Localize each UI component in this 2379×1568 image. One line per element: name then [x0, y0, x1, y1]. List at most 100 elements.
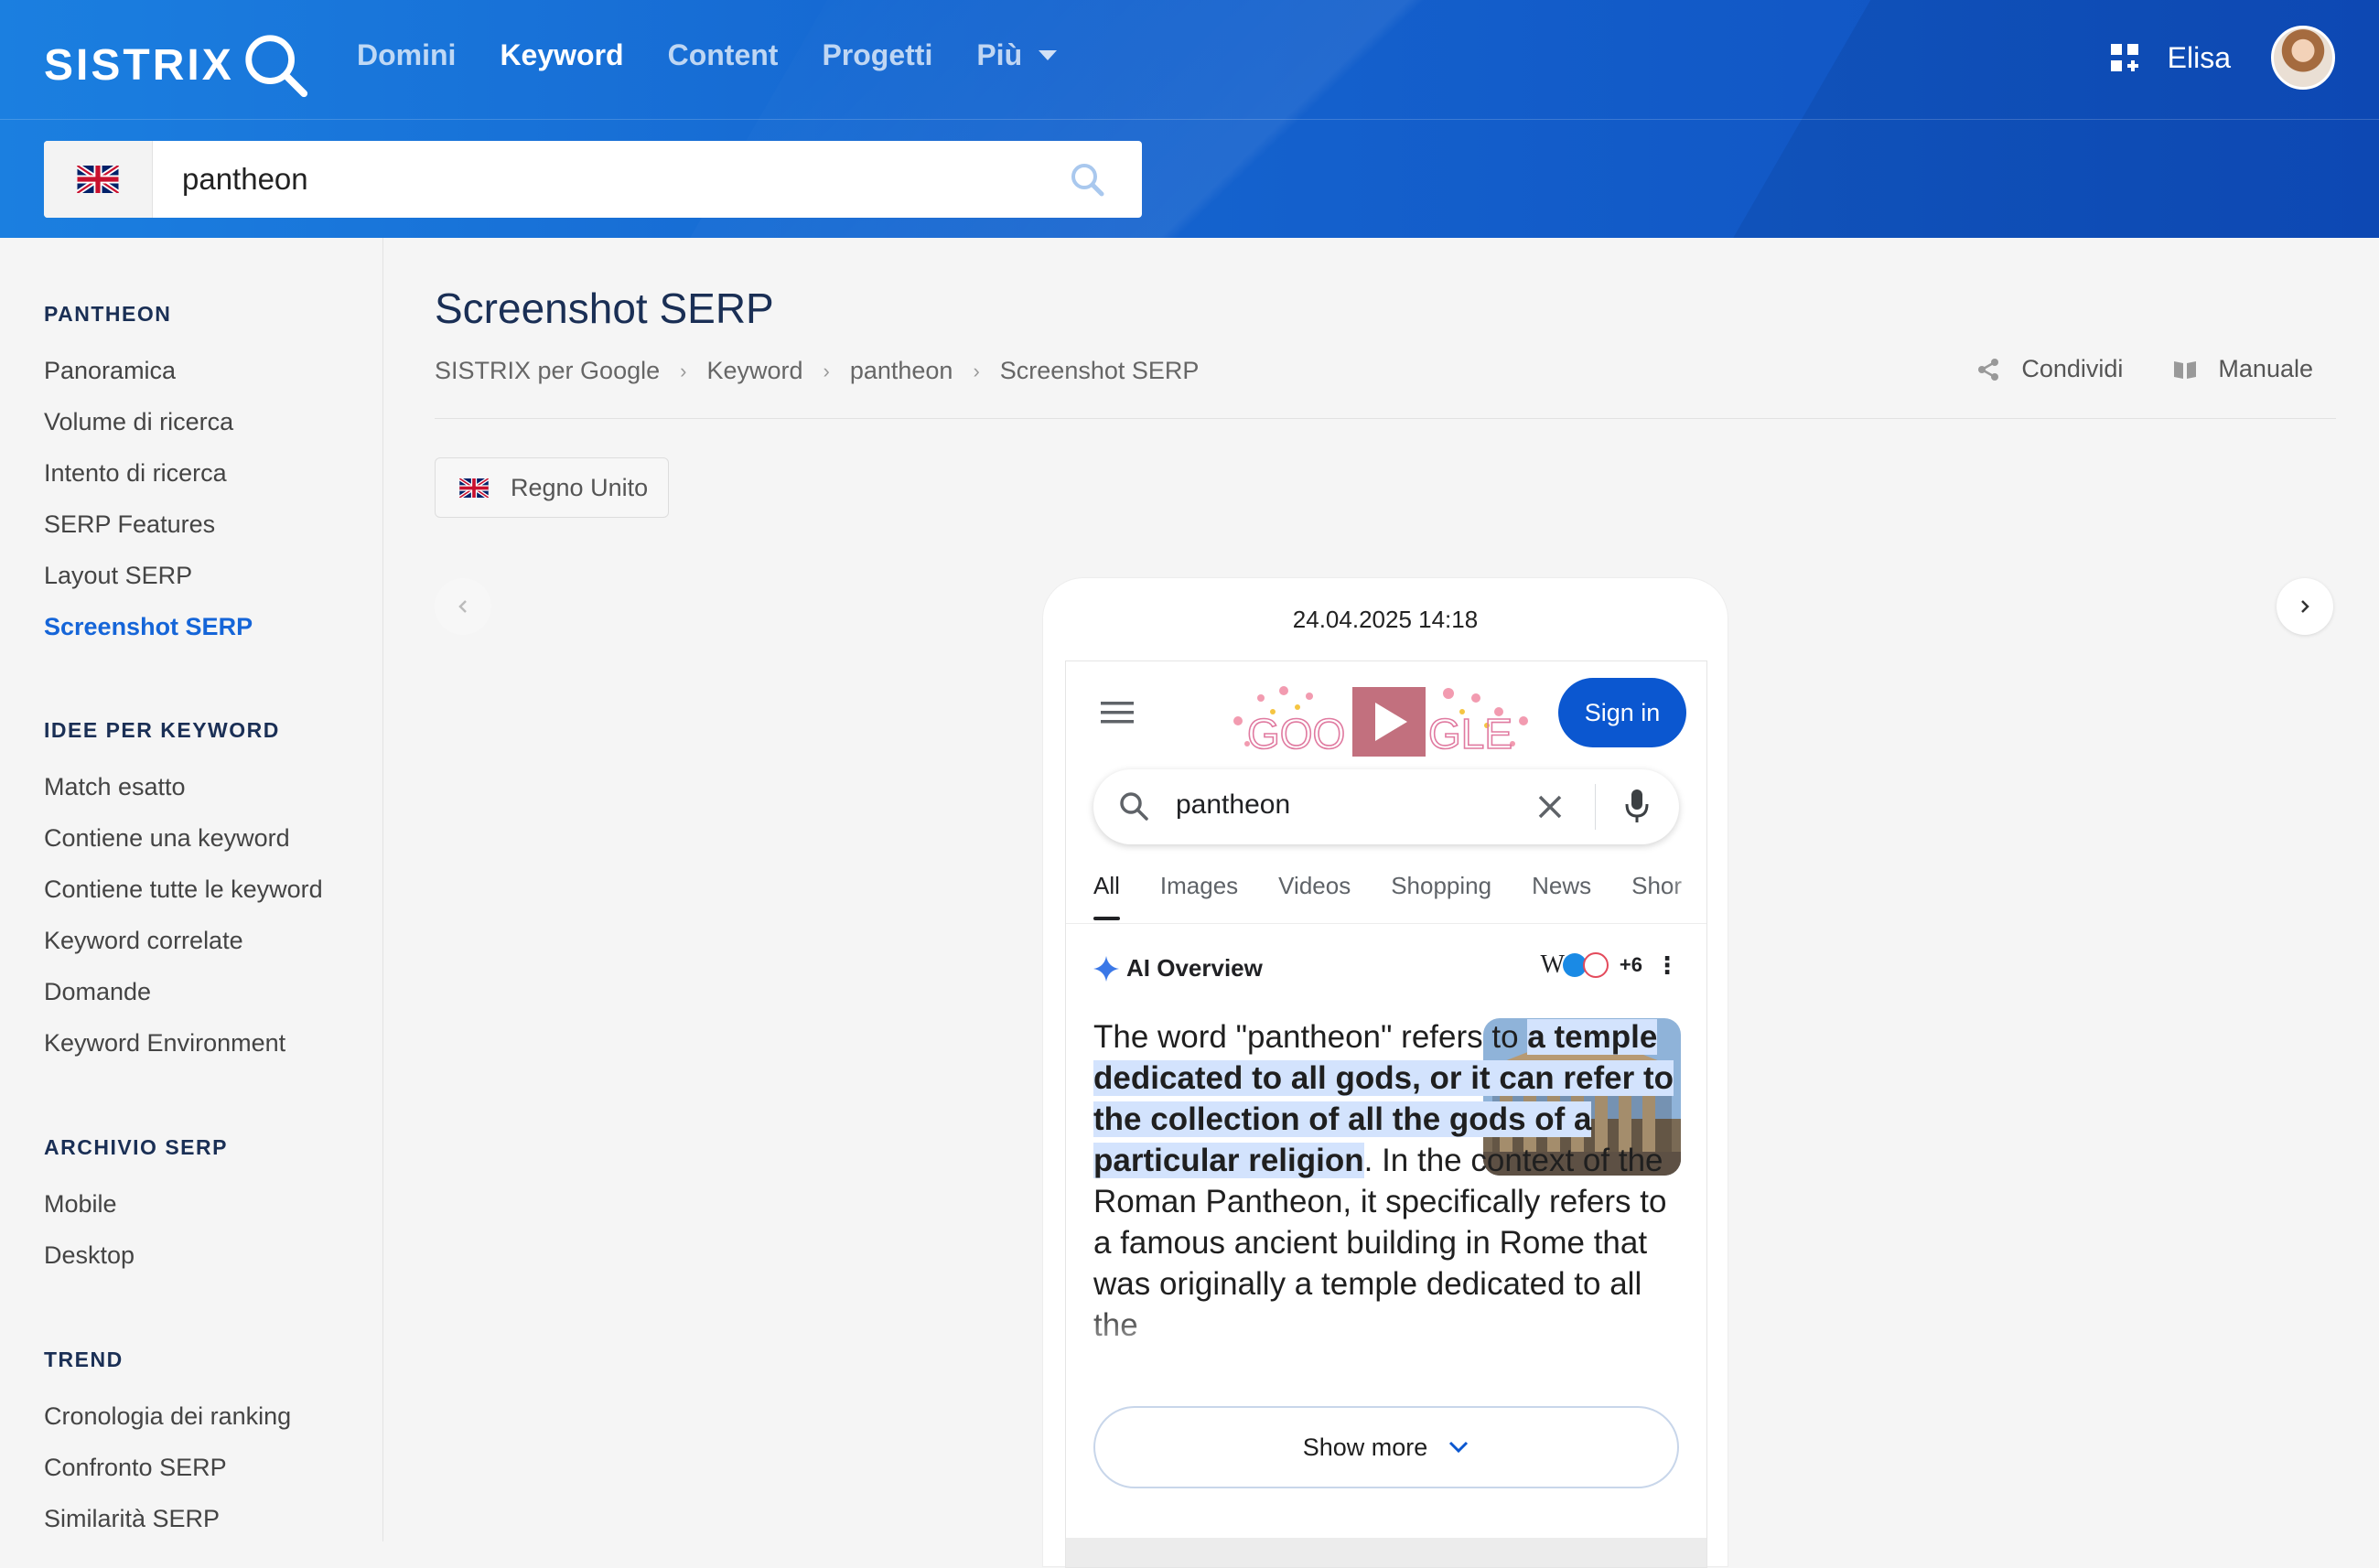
- sidebar-item-keyword-correlate[interactable]: Keyword correlate: [44, 915, 323, 966]
- country-label: Regno Unito: [511, 473, 649, 501]
- logo-text: SISTRIX: [44, 40, 234, 90]
- sistrix-logo[interactable]: SISTRIX: [44, 31, 311, 99]
- main-nav: Domini Keyword Content Progetti Più: [357, 38, 1058, 72]
- svg-text:GLE: GLE: [1428, 710, 1512, 757]
- sidebar-item-volume-di-ricerca[interactable]: Volume di ricerca: [44, 396, 253, 447]
- sidebar-item-match-esatto[interactable]: Match esatto: [44, 761, 323, 812]
- page-tools: Condividi Manuale: [1975, 355, 2313, 383]
- book-icon: [2174, 360, 2197, 379]
- breadcrumb-item[interactable]: pantheon: [850, 357, 953, 385]
- close-icon: [1538, 795, 1562, 819]
- nav-item-progetti[interactable]: Progetti: [822, 38, 932, 72]
- google-tab-shopping: Shopping: [1391, 872, 1492, 899]
- google-search-box: pantheon: [1093, 769, 1679, 844]
- nav-item-keyword[interactable]: Keyword: [500, 38, 623, 72]
- sidebar-item-screenshot-serp[interactable]: Screenshot SERP: [44, 601, 253, 652]
- chevron-left-icon: [458, 600, 467, 613]
- keyword-search-bar: pantheon: [44, 141, 1142, 218]
- sidebar-section-idee-per-keyword: IDEE PER KEYWORD Match esatto Contiene u…: [44, 718, 323, 1069]
- sidebar-item-panoramica[interactable]: Panoramica: [44, 345, 253, 396]
- search-box-divider: [1595, 784, 1596, 830]
- sidebar-section-title: PANTHEON: [44, 302, 172, 326]
- sidebar-section-trend: TREND Cronologia dei ranking Confronto S…: [44, 1348, 291, 1544]
- avatar[interactable]: [2271, 26, 2335, 90]
- share-icon: [1978, 358, 1999, 381]
- share-label: Condividi: [2021, 355, 2124, 382]
- search-icon: [1120, 792, 1148, 821]
- google-tab-videos: Videos: [1278, 872, 1351, 899]
- ai-overview-header: AI Overview: [1093, 954, 1263, 983]
- ai-overview-label: AI Overview: [1126, 954, 1263, 982]
- tabs-divider: [1066, 923, 1706, 924]
- uk-flag-icon: [77, 166, 119, 193]
- google-sign-in-button: Sign in: [1558, 678, 1686, 747]
- source-icon: [1582, 952, 1609, 978]
- breadcrumb-item[interactable]: SISTRIX per Google: [435, 357, 660, 385]
- sidebar-item-mobile[interactable]: Mobile: [44, 1178, 228, 1230]
- screenshot-timestamp: 24.04.2025 14:18: [1292, 606, 1479, 633]
- main-content: Screenshot SERP SISTRIX per Google › Key…: [382, 238, 2379, 1568]
- manual-label: Manuale: [2218, 355, 2313, 382]
- serp-screenshot-card: 24.04.2025 14:18 GOO GLE Sign in pantheo…: [1043, 578, 1728, 1568]
- google-tab-news: News: [1532, 872, 1592, 899]
- sidebar-section-pantheon: PANTHEON Panoramica Volume di ricerca In…: [44, 302, 253, 652]
- sidebar-section-title: ARCHIVIO SERP: [44, 1135, 228, 1159]
- nav-item-domini[interactable]: Domini: [357, 38, 456, 72]
- serp-screenshot: GOO GLE Sign in pantheon All Images Vide…: [1065, 660, 1707, 1568]
- chevron-right-icon: [2301, 600, 2309, 613]
- uk-flag-icon: [459, 478, 489, 498]
- chevron-down-icon: [1039, 50, 1058, 60]
- hamburger-menu-icon: [1101, 702, 1134, 724]
- sidebar-section-title: IDEE PER KEYWORD: [44, 718, 280, 742]
- user-name[interactable]: Elisa: [2168, 41, 2231, 75]
- chevron-right-icon: ›: [973, 359, 980, 382]
- google-tab-images: Images: [1159, 872, 1239, 899]
- search-icon[interactable]: [1069, 161, 1105, 198]
- top-navigation-bar: SISTRIX Domini Keyword Content Progetti …: [0, 0, 2379, 120]
- google-tab-all: All: [1093, 872, 1120, 920]
- sidebar-item-keyword-environment[interactable]: Keyword Environment: [44, 1017, 323, 1069]
- sidebar-item-cronologia-dei-ranking[interactable]: Cronologia dei ranking: [44, 1391, 291, 1442]
- google-result-tabs: All Images Videos Shopping News Shor: [1093, 872, 1682, 920]
- ai-sparkle-icon: [1093, 955, 1119, 982]
- google-doodle-logo: GOO GLE: [1233, 686, 1528, 758]
- user-area: Elisa: [2109, 26, 2335, 90]
- sidebar-item-similarita-serp[interactable]: Similarità SERP: [44, 1493, 291, 1544]
- nav-item-piu[interactable]: Più: [976, 38, 1058, 72]
- sidebar-item-layout-serp[interactable]: Layout SERP: [44, 550, 253, 601]
- more-sources-count: +6: [1619, 953, 1642, 976]
- sidebar-item-intento-di-ricerca[interactable]: Intento di ricerca: [44, 447, 253, 499]
- ai-text-part: The word "pantheon" refers to: [1093, 1019, 1528, 1055]
- chevron-right-icon: ›: [680, 359, 687, 382]
- share-button[interactable]: Condividi: [1975, 355, 2123, 383]
- chevron-right-icon: ›: [823, 359, 830, 382]
- ai-overview-text: The word "pantheon" refers to a temple d…: [1093, 1016, 1688, 1346]
- country-selector[interactable]: [44, 141, 153, 218]
- page-title: Screenshot SERP: [435, 285, 774, 332]
- wikipedia-icon: W: [1540, 950, 1565, 979]
- breadcrumb: SISTRIX per Google › Keyword › pantheon …: [435, 357, 1199, 385]
- google-query-text: pantheon: [1176, 789, 1291, 820]
- sidebar-item-serp-features[interactable]: SERP Features: [44, 499, 253, 550]
- sidebar-item-domande[interactable]: Domande: [44, 966, 323, 1017]
- breadcrumb-item[interactable]: Keyword: [706, 357, 802, 385]
- ai-sources: W +6 ⋮: [1540, 950, 1679, 980]
- screenshot-bottom-band: [1066, 1538, 1706, 1567]
- magnifier-logo-icon: [245, 35, 307, 98]
- sidebar-item-desktop[interactable]: Desktop: [44, 1230, 228, 1281]
- nav-item-content[interactable]: Content: [668, 38, 779, 72]
- country-filter-button[interactable]: Regno Unito: [435, 457, 669, 518]
- sidebar: PANTHEON Panoramica Volume di ricerca In…: [0, 238, 383, 1541]
- apps-grid-icon[interactable]: [2109, 42, 2140, 73]
- microphone-icon: [1625, 789, 1649, 822]
- sidebar-item-confronto-serp[interactable]: Confronto SERP: [44, 1442, 291, 1493]
- search-input[interactable]: pantheon: [153, 162, 1069, 197]
- more-vert-icon: ⋮: [1655, 950, 1679, 979]
- sidebar-item-contiene-una-keyword[interactable]: Contiene una keyword: [44, 812, 323, 864]
- sidebar-item-contiene-tutte-le-keyword[interactable]: Contiene tutte le keyword: [44, 864, 323, 915]
- title-divider: [435, 418, 2336, 419]
- breadcrumb-item-current: Screenshot SERP: [999, 357, 1200, 384]
- next-screenshot-button[interactable]: [2277, 578, 2333, 635]
- previous-screenshot-button[interactable]: [435, 578, 491, 635]
- manual-button[interactable]: Manuale: [2172, 355, 2313, 383]
